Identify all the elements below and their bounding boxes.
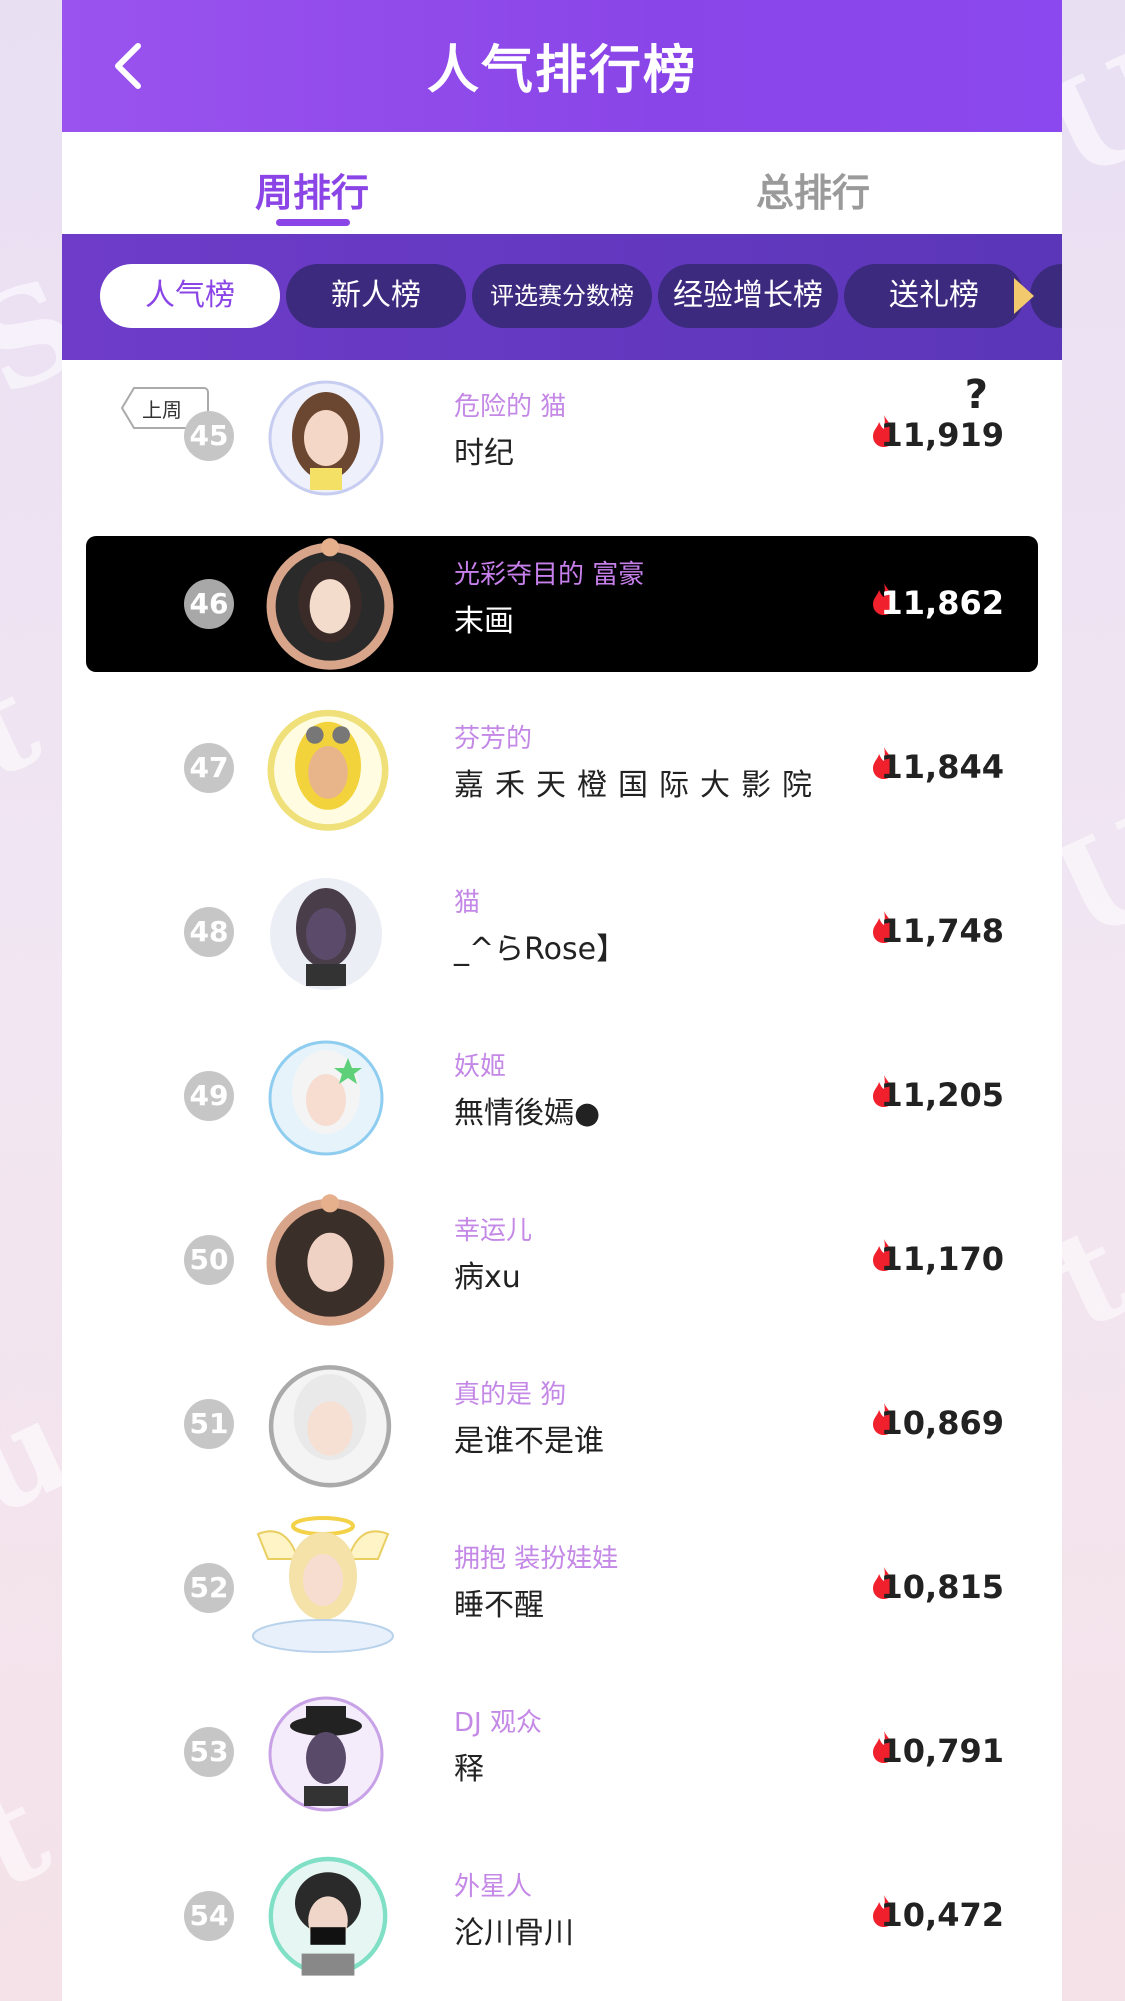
popularity-score: 11,205 [880,1076,1004,1114]
popularity-score: 11,748 [880,912,1004,950]
chip-experience-growth[interactable]: 经验增长榜 [658,264,838,328]
ranking-row[interactable]: 48 猫 _^らRose】 11,748 [86,864,1038,1000]
user-name: _^らRose】 [454,932,627,967]
popularity-score: 10,869 [880,1404,1004,1442]
user-title: 猫 [454,888,481,918]
user-title: 外星人 [454,1872,533,1902]
rank-number: 49 [184,1071,234,1121]
ranking-list: 上周 45 危险的 猫 时纪 ? 11,919 46 光彩夺目的 富豪 末画 1… [62,360,1062,2001]
ranking-row[interactable]: 49 妖姬 無情後嫣● 11,205 [86,1028,1038,1164]
user-title: 芬芳的 [454,724,533,754]
ranking-row[interactable]: 上周 45 危险的 猫 时纪 ? 11,919 [86,368,1038,504]
user-name: 病xu [454,1260,521,1295]
category-chips: 人气榜 新人榜 评选赛分数榜 经验增长榜 送礼榜 [62,234,1062,360]
avatar[interactable] [266,872,386,992]
user-title: 妖姬 [454,1052,507,1082]
rank-number: 54 [184,1891,234,1941]
avatar[interactable] [266,1036,386,1156]
popularity-score: 10,472 [880,1896,1004,1934]
ranking-row[interactable]: 51 真的是 狗 是谁不是谁 10,869 [86,1356,1038,1492]
avatar[interactable] [262,1192,398,1328]
rank-number: 45 [184,411,234,461]
background-watermark: t [0,644,60,809]
page-title: 人气排行榜 [426,41,697,101]
popularity-score: 11,862 [880,584,1004,622]
user-name: 睡不醒 [454,1588,544,1623]
scroll-right-arrow-icon[interactable] [1014,278,1034,314]
user-title: 危险的 猫 [454,392,567,422]
avatar[interactable] [266,1692,386,1812]
chip-contest-score[interactable]: 评选赛分数榜 [472,264,652,328]
user-name: 無情後嫣● [454,1096,601,1131]
chip-popularity[interactable]: 人气榜 [100,264,280,328]
user-title: 真的是 狗 [454,1380,567,1410]
chip-gifting[interactable]: 送礼榜 [844,264,1024,328]
header-bar: 人气排行榜 [62,0,1062,132]
ranking-row[interactable]: 52 拥抱 装扮娃娃 睡不醒 10,815 [86,1516,1038,1656]
rank-number: 53 [184,1727,234,1777]
popularity-score: 10,815 [880,1568,1004,1606]
ranking-row-current-user[interactable]: 46 光彩夺目的 富豪 末画 11,862 [86,536,1038,672]
tab-weekly[interactable]: 周排行 [255,162,369,217]
avatar[interactable] [262,536,398,672]
period-tabs: 周排行 总排行 [62,132,1062,234]
user-title: 幸运儿 [454,1216,533,1246]
rank-number: 51 [184,1399,234,1449]
ranking-row[interactable]: 53 DJ 观众 释 10,791 [86,1684,1038,1820]
user-name: 时纪 [454,436,514,471]
user-name: 沦川骨川 [454,1916,574,1951]
rank-number: 46 [184,579,234,629]
user-name: 嘉禾天橙国际大影院 [454,768,823,803]
avatar[interactable] [238,1504,408,1654]
user-title: DJ 观众 [454,1708,542,1738]
ranking-row[interactable]: 50 幸运儿 病xu 11,170 [86,1192,1038,1328]
avatar[interactable] [262,1356,398,1492]
avatar[interactable] [266,376,386,496]
avatar[interactable] [262,1848,394,1980]
tab-active-indicator [276,219,350,226]
background-watermark: t [0,1754,70,1919]
user-name: 是谁不是谁 [454,1424,604,1459]
popularity-score: 11,844 [880,748,1004,786]
ranking-row[interactable]: 54 外星人 沦川骨川 10,472 [86,1848,1038,1984]
rank-number: 48 [184,907,234,957]
popularity-score: 11,919 [880,416,1004,454]
user-title: 光彩夺目的 富豪 [454,560,645,590]
popularity-score: 10,791 [880,1732,1004,1770]
rank-number: 52 [184,1563,234,1613]
user-name: 释 [454,1752,484,1787]
avatar[interactable] [262,702,394,834]
user-name: 末画 [454,604,514,639]
help-icon[interactable]: ? [965,372,988,418]
rank-number: 47 [184,743,234,793]
user-title: 拥抱 装扮娃娃 [454,1544,619,1574]
tab-overall[interactable]: 总排行 [756,162,870,217]
rank-number: 50 [184,1235,234,1285]
leaderboard-app: 人气排行榜 周排行 总排行 人气榜 新人榜 评选赛分数榜 经验增长榜 送礼榜 上… [62,0,1062,2001]
chip-more[interactable] [1030,264,1062,328]
ranking-row[interactable]: 47 芬芳的 嘉禾天橙国际大影院 11,844 [86,700,1038,836]
popularity-score: 11,170 [880,1240,1004,1278]
chip-newcomer[interactable]: 新人榜 [286,264,466,328]
